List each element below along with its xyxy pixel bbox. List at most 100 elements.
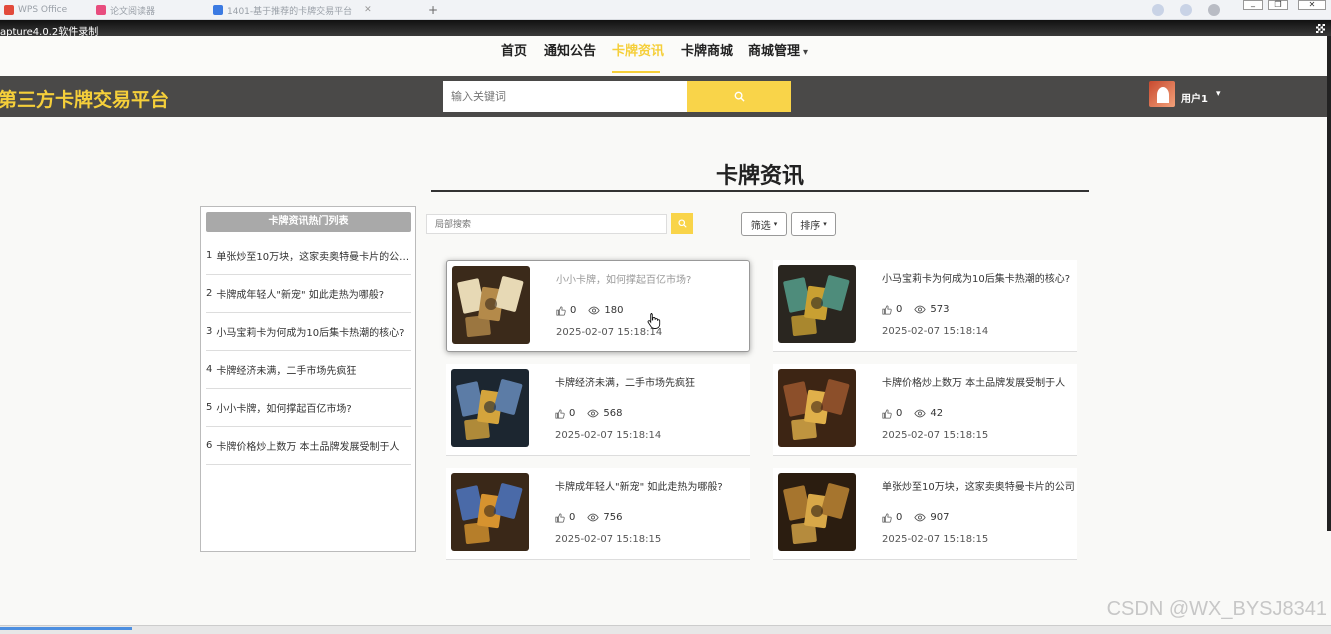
local-search-input[interactable]	[426, 214, 667, 234]
restore-window-button[interactable]: ❐	[1268, 0, 1288, 10]
card-title[interactable]: 卡牌价格炒上数万 本土品牌发展受制于人	[882, 374, 1065, 389]
like-count: 0	[896, 408, 903, 419]
site-header: 第三方卡牌交易平台 用户1 ▾	[0, 76, 1331, 117]
card-thumbnail-image	[451, 369, 529, 447]
news-card[interactable]: 卡牌成年轻人"新宠" 如此走热为哪般? 0 756 2025-02-07 15:…	[446, 468, 750, 560]
view-count: 573	[930, 304, 950, 315]
hot-list-item[interactable]: 1 单张炒至10万块，这家卖奥特曼卡片的公司...	[206, 237, 411, 275]
local-search-button[interactable]	[671, 213, 693, 234]
window-edge	[1327, 36, 1331, 531]
avatar[interactable]	[1149, 81, 1175, 107]
hot-list-number: 5	[206, 402, 213, 413]
like-count: 0	[570, 305, 577, 316]
hot-list-sidebar: 卡牌资讯热门列表 1 单张炒至10万块，这家卖奥特曼卡片的公司... 2 卡牌成年轻…	[200, 206, 416, 552]
card-stats: 0 573	[882, 304, 949, 315]
eye-icon	[914, 305, 927, 314]
card-title[interactable]: 小马宝莉卡为何成为10后集卡热潮的核心?	[882, 270, 1070, 285]
card-thumbnail-image	[778, 369, 856, 447]
card-title[interactable]: 小小卡牌，如何撑起百亿市场?	[556, 271, 691, 286]
news-card[interactable]: 小小卡牌，如何撑起百亿市场? 0 180 2025-02-07 15:18:14	[446, 260, 750, 352]
progress-indicator	[0, 627, 132, 630]
sort-dropdown[interactable]: 排序 ▾	[791, 212, 836, 236]
card-thumbnail[interactable]	[778, 265, 856, 343]
news-card[interactable]: 单张炒至10万块，这家卖奥特曼卡片的公司 0 907 2025-02-07 15…	[773, 468, 1077, 560]
view-count: 42	[930, 408, 944, 419]
taskbar	[0, 625, 1331, 634]
eye-icon	[587, 513, 600, 522]
title-divider	[431, 190, 1089, 192]
filter-dropdown[interactable]: 筛选 ▾	[741, 212, 787, 236]
nav-card-news[interactable]: 卡牌资讯	[612, 40, 664, 59]
settings-icon[interactable]	[1208, 4, 1220, 16]
hot-list-text: 卡牌价格炒上数万 本土品牌发展受制于人	[216, 442, 400, 453]
grid-icon[interactable]	[1316, 24, 1325, 33]
eye-icon	[587, 409, 600, 418]
card-thumbnail[interactable]	[452, 266, 530, 344]
hot-list-item[interactable]: 6 卡牌价格炒上数万 本土品牌发展受制于人	[206, 427, 411, 465]
news-card[interactable]: 小马宝莉卡为何成为10后集卡热潮的核心? 0 573 2025-02-07 15…	[773, 260, 1077, 352]
hot-list-number: 2	[206, 288, 213, 299]
card-thumbnail[interactable]	[451, 369, 529, 447]
hot-list-item[interactable]: 4 卡牌经济未满，二手市场先疯狂	[206, 351, 411, 389]
top-nav: 首页 通知公告 卡牌资讯 卡牌商城 商城管理 ▾	[0, 36, 1331, 76]
browser-tab-strip: WPS Office 论文阅读器 1401-基于推荐的卡牌交易平台 ✕ + _ ❐…	[0, 0, 1331, 20]
browser-tab-platform[interactable]: 1401-基于推荐的卡牌交易平台 ✕	[213, 3, 372, 17]
card-date: 2025-02-07 15:18:15	[555, 534, 662, 545]
card-thumbnail[interactable]	[778, 473, 856, 551]
card-stats: 0 42	[882, 408, 943, 419]
card-title[interactable]: 单张炒至10万块，这家卖奥特曼卡片的公司	[882, 478, 1075, 493]
view-count: 756	[603, 512, 623, 523]
browser-tab-label: 1401-基于推荐的卡牌交易平台	[227, 6, 353, 17]
like-count: 0	[896, 304, 903, 315]
nav-home[interactable]: 首页	[501, 40, 527, 59]
nav-notices[interactable]: 通知公告	[544, 40, 596, 59]
site-brand[interactable]: 第三方卡牌交易平台	[0, 85, 169, 112]
sort-label: 排序	[800, 220, 821, 232]
hot-list-text: 单张炒至10万块，这家卖奥特曼卡片的公司...	[216, 252, 411, 263]
browser-tab-wps[interactable]: WPS Office	[4, 3, 67, 17]
browser-tab-label: 论文阅读器	[110, 6, 156, 17]
new-tab-icon[interactable]: +	[428, 3, 438, 17]
hot-list-number: 3	[206, 326, 213, 337]
close-tab-icon[interactable]: ✕	[364, 5, 372, 15]
csdn-watermark: CSDN @WX_BYSJ8341	[1106, 598, 1327, 620]
card-date: 2025-02-07 15:18:15	[882, 430, 989, 441]
view-count: 180	[604, 305, 624, 316]
username[interactable]: 用户1	[1181, 90, 1208, 105]
card-title[interactable]: 卡牌成年轻人"新宠" 如此走热为哪般?	[555, 478, 723, 493]
view-count: 568	[603, 408, 623, 419]
hot-list-item[interactable]: 3 小马宝莉卡为何成为10后集卡热潮的核心?	[206, 313, 411, 351]
chevron-down-icon[interactable]: ▾	[1216, 89, 1221, 99]
search-button[interactable]	[687, 81, 791, 112]
nav-card-shop[interactable]: 卡牌商城	[681, 40, 733, 59]
browser-tab-reader[interactable]: 论文阅读器	[96, 3, 155, 17]
browser-tab-label: WPS Office	[18, 5, 68, 15]
card-date: 2025-02-07 15:18:14	[555, 430, 662, 441]
extension-icon[interactable]	[1152, 4, 1164, 16]
hot-list-item[interactable]: 5 小小卡牌，如何撑起百亿市场?	[206, 389, 411, 427]
hot-list-item[interactable]: 2 卡牌成年轻人"新宠" 如此走热为哪般?	[206, 275, 411, 313]
hot-list-text: 卡牌成年轻人"新宠" 如此走热为哪般?	[216, 290, 385, 301]
thumbs-up-icon	[555, 512, 565, 523]
like-count: 0	[896, 512, 903, 523]
keyword-search-input[interactable]	[443, 81, 687, 112]
news-card[interactable]: 卡牌价格炒上数万 本土品牌发展受制于人 0 42 2025-02-07 15:1…	[773, 364, 1077, 456]
hand-cursor-icon	[647, 312, 661, 333]
search-icon	[677, 219, 687, 228]
minimize-window-button[interactable]: _	[1243, 0, 1263, 10]
eye-icon	[914, 513, 927, 522]
thumbs-up-icon	[882, 512, 892, 523]
close-window-button[interactable]: ✕	[1298, 0, 1326, 10]
card-thumbnail-image	[452, 266, 530, 344]
news-card[interactable]: 卡牌经济未满，二手市场先疯狂 0 568 2025-02-07 15:18:14	[446, 364, 750, 456]
card-stats: 0 756	[555, 512, 622, 523]
hot-list-number: 4	[206, 364, 213, 375]
card-thumbnail[interactable]	[778, 369, 856, 447]
caret-down-icon: ▾	[823, 220, 827, 228]
card-thumbnail[interactable]	[451, 473, 529, 551]
card-title[interactable]: 卡牌经济未满，二手市场先疯狂	[555, 374, 695, 389]
hot-list-text: 小小卡牌，如何撑起百亿市场?	[216, 404, 352, 415]
nav-shop-admin[interactable]: 商城管理 ▾	[748, 40, 808, 59]
filter-label: 筛选	[750, 220, 771, 232]
profile-icon[interactable]	[1180, 4, 1192, 16]
